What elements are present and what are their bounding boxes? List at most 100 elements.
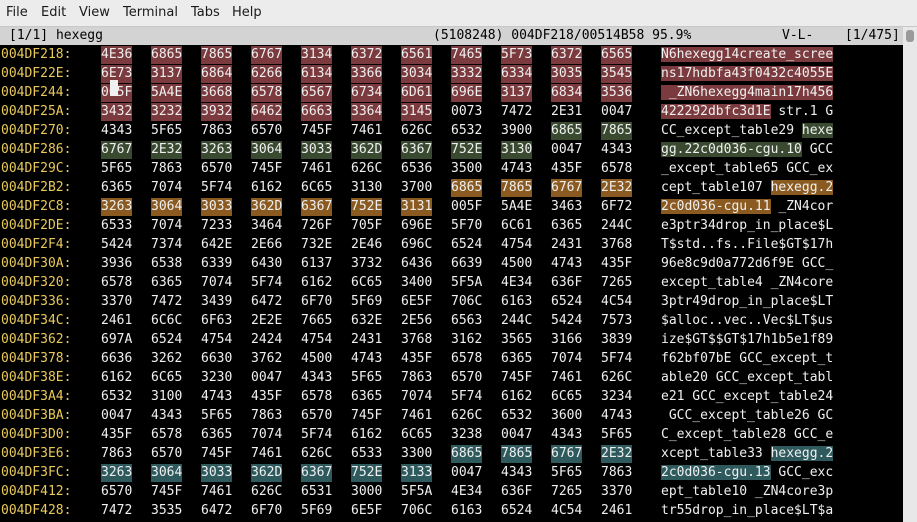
hex-word[interactable]: 6865 <box>151 46 183 64</box>
hex-word[interactable]: 6524 <box>551 293 582 311</box>
hex-word[interactable]: 3100 <box>151 388 182 406</box>
hex-word[interactable]: 6365 <box>201 426 232 444</box>
hex-word[interactable]: 7865 <box>601 122 633 140</box>
hex-word[interactable]: 7465 <box>451 46 483 64</box>
hex-word[interactable]: 0047 <box>101 407 132 425</box>
hex-word[interactable]: 6339 <box>201 255 232 273</box>
hex-word[interactable]: 6162 <box>101 369 132 387</box>
ascii-column[interactable]: GCC_except_table26 GC <box>661 407 833 424</box>
hex-word[interactable]: 4743 <box>501 160 532 178</box>
hex-word[interactable]: 6462 <box>251 103 283 121</box>
hex-word[interactable]: 6533 <box>351 445 382 463</box>
hex-word[interactable]: 6430 <box>251 255 282 273</box>
hex-word[interactable]: 6365 <box>151 274 182 292</box>
hex-word[interactable]: 3263 <box>101 198 133 216</box>
hex-word[interactable]: 5F74 <box>301 426 332 444</box>
hex-word[interactable]: 435F <box>251 388 282 406</box>
hex-word[interactable]: 6865 <box>451 179 483 197</box>
hex-word[interactable]: 6D61 <box>401 84 433 102</box>
hex-word[interactable]: 3535 <box>151 502 182 520</box>
ascii-column[interactable]: N6hexegg14create_scree <box>661 46 834 63</box>
hex-word[interactable]: 6365 <box>501 350 532 368</box>
hex-word[interactable]: 6367 <box>301 464 333 482</box>
hex-word[interactable]: 3033 <box>201 198 233 216</box>
hex-word[interactable]: 7461 <box>551 369 582 387</box>
hex-word[interactable]: 6570 <box>101 483 132 501</box>
ascii-column[interactable]: 96e8c9d0a772d6f9E GCC_ <box>661 255 833 272</box>
hex-word[interactable]: 6C65 <box>301 179 332 197</box>
hex-word[interactable]: 3762 <box>251 350 282 368</box>
hex-word[interactable]: 6C65 <box>351 274 382 292</box>
hex-word[interactable]: 6864 <box>201 65 233 83</box>
hex-word[interactable]: 6C65 <box>551 388 582 406</box>
hex-word[interactable]: 6734 <box>351 84 383 102</box>
ascii-column[interactable]: able20 GCC_except_tabl <box>661 369 833 386</box>
hex-word[interactable]: 745F <box>201 445 232 463</box>
hex-word[interactable]: 7865 <box>201 46 233 64</box>
hex-word[interactable]: 3263 <box>201 141 233 159</box>
ascii-column[interactable]: tr55drop_in_place$LT$a <box>661 502 833 519</box>
hex-word[interactable]: 3364 <box>351 103 383 121</box>
hex-word[interactable]: 6365 <box>101 179 132 197</box>
ascii-column[interactable]: xcept_table33 hexegg.2 <box>661 445 834 462</box>
hex-word[interactable]: 6C6C <box>151 312 182 330</box>
ascii-column[interactable]: _ZN6hexegg4main17h456 <box>661 84 834 101</box>
hex-word[interactable]: 3332 <box>451 65 483 83</box>
ascii-column[interactable]: e3ptr34drop_in_place$L <box>661 217 833 234</box>
hex-word[interactable]: 3300 <box>401 445 432 463</box>
hex-word[interactable]: 5F70 <box>451 217 482 235</box>
hex-word[interactable]: 6578 <box>451 350 482 368</box>
ascii-column[interactable]: 422292dbfc3d1E str.1 G <box>661 103 833 120</box>
hex-word[interactable]: 2E32 <box>151 141 183 159</box>
hex-word[interactable]: 5F73 <box>501 46 533 64</box>
hex-word[interactable]: 6865 <box>551 122 583 140</box>
hex-word[interactable]: 0047 <box>451 464 482 482</box>
hex-word[interactable]: 3134 <box>301 46 333 64</box>
hex-word[interactable]: 6865 <box>451 445 483 463</box>
hex-word[interactable]: 6334 <box>501 65 533 83</box>
hex-word[interactable]: 6137 <box>301 255 332 273</box>
ascii-column[interactable]: e21 GCC_except_table24 <box>661 388 833 405</box>
ascii-column[interactable]: ept_table10 _ZN4core3p <box>661 483 833 500</box>
hex-word[interactable]: 6532 <box>101 388 132 406</box>
hex-word[interactable]: 6578 <box>251 84 283 102</box>
hex-word[interactable]: 435F <box>101 426 132 444</box>
hex-word[interactable]: 7074 <box>401 388 432 406</box>
hex-word[interactable]: 6162 <box>501 388 532 406</box>
hex-word[interactable]: 3137 <box>151 65 183 83</box>
hex-word[interactable]: 6367 <box>301 198 333 216</box>
hex-word[interactable]: 7573 <box>601 312 632 330</box>
hex-word[interactable]: 7863 <box>201 122 232 140</box>
hex-word[interactable]: 3133 <box>401 464 433 482</box>
hex-word[interactable]: 5F74 <box>201 179 232 197</box>
hex-word[interactable]: 6162 <box>351 426 382 444</box>
hex-word[interactable]: 6C61 <box>501 217 532 235</box>
hex-word[interactable]: 5F65 <box>601 426 632 444</box>
hex-word[interactable]: 4C54 <box>601 293 632 311</box>
hex-word[interactable]: 4500 <box>501 255 532 273</box>
hex-word[interactable]: 3064 <box>151 198 183 216</box>
ascii-column[interactable]: f62bf07bE GCC_except_t <box>661 350 833 367</box>
menu-tabs[interactable]: Tabs <box>191 5 220 20</box>
hex-word[interactable]: 6563 <box>451 312 482 330</box>
ascii-column[interactable]: 3ptr49drop_in_place$LT <box>661 293 833 310</box>
hex-word[interactable]: 6524 <box>151 331 182 349</box>
hex-word[interactable]: 6472 <box>251 293 282 311</box>
hex-word[interactable]: 3166 <box>551 331 582 349</box>
hex-word[interactable]: 3565 <box>501 331 532 349</box>
ascii-column[interactable]: CC_except_table29 hexe <box>661 122 834 139</box>
hex-word[interactable]: 7461 <box>351 122 382 140</box>
hex-word[interactable]: 2461 <box>101 312 132 330</box>
hex-word[interactable]: 4754 <box>201 331 232 349</box>
menu-view[interactable]: View <box>79 5 110 20</box>
hex-word[interactable]: 6163 <box>451 502 482 520</box>
hex-word[interactable]: 5A4E <box>501 198 532 216</box>
hex-word[interactable]: 244C <box>501 312 532 330</box>
hex-word[interactable]: 4743 <box>351 350 382 368</box>
hex-word[interactable]: 4343 <box>601 141 632 159</box>
hex-word[interactable]: 3668 <box>201 84 233 102</box>
hex-word[interactable]: 5F65 <box>351 369 382 387</box>
hex-word[interactable]: 6578 <box>301 388 332 406</box>
hex-word[interactable]: 3600 <box>551 407 582 425</box>
hex-word[interactable]: 6365 <box>351 388 382 406</box>
